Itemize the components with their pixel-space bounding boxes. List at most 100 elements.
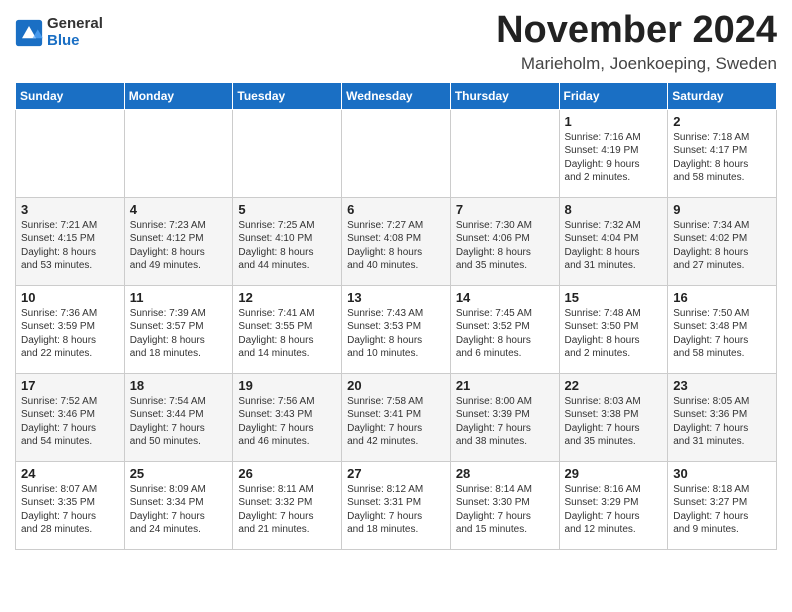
calendar-cell: 7 Sunrise: 7:30 AM Sunset: 4:06 PM Daylig… [450,197,559,285]
day-info: Sunrise: 8:00 AM Sunset: 3:39 PM Dayligh… [456,395,554,449]
day-info: Sunrise: 7:54 AM Sunset: 3:44 PM Dayligh… [130,395,228,449]
calendar-cell: 13 Sunrise: 7:43 AM Sunset: 3:53 PM Dayli… [342,285,451,373]
day-number: 7 [456,202,554,217]
day-number: 17 [21,378,119,393]
logo: General Blue [15,16,103,49]
title-block: November 2024 Marieholm, Joenkoeping, Sw… [496,10,777,74]
calendar-week-1: 1 Sunrise: 7:16 AM Sunset: 4:19 PM Daylig… [16,109,777,197]
header-row: SundayMondayTuesdayWednesdayThursdayFrid… [16,82,777,109]
calendar-cell: 2 Sunrise: 7:18 AM Sunset: 4:17 PM Daylig… [668,109,777,197]
day-number: 21 [456,378,554,393]
month-title: November 2024 [496,10,777,52]
day-number: 6 [347,202,445,217]
column-header-monday: Monday [124,82,233,109]
calendar-cell: 4 Sunrise: 7:23 AM Sunset: 4:12 PM Daylig… [124,197,233,285]
day-number: 11 [130,290,228,305]
calendar-cell: 6Sunrise: 7:27 AM Sunset: 4:08 PM Daylig… [342,197,451,285]
day-info: Sunrise: 7:30 AM Sunset: 4:06 PM Dayligh… [456,219,554,273]
day-number: 4 [130,202,228,217]
day-info: Sunrise: 8:11 AM Sunset: 3:32 PM Dayligh… [238,483,336,537]
day-info: Sunrise: 7:23 AM Sunset: 4:12 PM Dayligh… [130,219,228,273]
day-number: 2 [673,114,771,129]
calendar-cell: 5Sunrise: 7:25 AM Sunset: 4:10 PM Daylig… [233,197,342,285]
day-info: Sunrise: 7:39 AM Sunset: 3:57 PM Dayligh… [130,307,228,361]
day-info: Sunrise: 7:34 AM Sunset: 4:02 PM Dayligh… [673,219,771,273]
day-info: Sunrise: 8:03 AM Sunset: 3:38 PM Dayligh… [565,395,663,449]
calendar-cell: 26Sunrise: 8:11 AM Sunset: 3:32 PM Dayli… [233,461,342,549]
calendar-cell: 3 Sunrise: 7:21 AM Sunset: 4:15 PM Daylig… [16,197,125,285]
day-number: 1 [565,114,663,129]
calendar-cell [342,109,451,197]
day-info: Sunrise: 7:25 AM Sunset: 4:10 PM Dayligh… [238,219,336,273]
calendar-cell: 14 Sunrise: 7:45 AM Sunset: 3:52 PM Dayli… [450,285,559,373]
day-info: Sunrise: 7:58 AM Sunset: 3:41 PM Dayligh… [347,395,445,449]
day-number: 8 [565,202,663,217]
column-header-sunday: Sunday [16,82,125,109]
day-number: 30 [673,466,771,481]
day-info: Sunrise: 7:45 AM Sunset: 3:52 PM Dayligh… [456,307,554,361]
day-info: Sunrise: 7:52 AM Sunset: 3:46 PM Dayligh… [21,395,119,449]
calendar-cell: 21 Sunrise: 8:00 AM Sunset: 3:39 PM Dayli… [450,373,559,461]
calendar-cell: 12 Sunrise: 7:41 AM Sunset: 3:55 PM Dayli… [233,285,342,373]
day-number: 24 [21,466,119,481]
calendar-cell: 11 Sunrise: 7:39 AM Sunset: 3:57 PM Dayli… [124,285,233,373]
day-number: 12 [238,290,336,305]
calendar-week-3: 10 Sunrise: 7:36 AM Sunset: 3:59 PM Dayli… [16,285,777,373]
day-info: Sunrise: 7:41 AM Sunset: 3:55 PM Dayligh… [238,307,336,361]
calendar-cell: 19Sunrise: 7:56 AM Sunset: 3:43 PM Dayli… [233,373,342,461]
day-number: 15 [565,290,663,305]
calendar-cell: 23Sunrise: 8:05 AM Sunset: 3:36 PM Dayli… [668,373,777,461]
day-info: Sunrise: 8:09 AM Sunset: 3:34 PM Dayligh… [130,483,228,537]
day-info: Sunrise: 8:12 AM Sunset: 3:31 PM Dayligh… [347,483,445,537]
day-info: Sunrise: 7:18 AM Sunset: 4:17 PM Dayligh… [673,131,771,185]
calendar-cell: 18Sunrise: 7:54 AM Sunset: 3:44 PM Dayli… [124,373,233,461]
column-header-wednesday: Wednesday [342,82,451,109]
day-number: 28 [456,466,554,481]
day-info: Sunrise: 8:07 AM Sunset: 3:35 PM Dayligh… [21,483,119,537]
day-number: 25 [130,466,228,481]
day-info: Sunrise: 8:05 AM Sunset: 3:36 PM Dayligh… [673,395,771,449]
column-header-thursday: Thursday [450,82,559,109]
day-number: 20 [347,378,445,393]
logo-blue-text: Blue [47,33,103,50]
day-number: 13 [347,290,445,305]
calendar-cell: 15 Sunrise: 7:48 AM Sunset: 3:50 PM Dayli… [559,285,668,373]
day-info: Sunrise: 8:18 AM Sunset: 3:27 PM Dayligh… [673,483,771,537]
calendar-cell: 22 Sunrise: 8:03 AM Sunset: 3:38 PM Dayli… [559,373,668,461]
calendar-cell [124,109,233,197]
calendar-cell: 1 Sunrise: 7:16 AM Sunset: 4:19 PM Daylig… [559,109,668,197]
day-number: 3 [21,202,119,217]
calendar-cell: 8 Sunrise: 7:32 AM Sunset: 4:04 PM Daylig… [559,197,668,285]
day-number: 19 [238,378,336,393]
column-header-friday: Friday [559,82,668,109]
day-number: 10 [21,290,119,305]
calendar-cell [16,109,125,197]
column-header-saturday: Saturday [668,82,777,109]
calendar-cell: 17 Sunrise: 7:52 AM Sunset: 3:46 PM Dayli… [16,373,125,461]
day-info: Sunrise: 7:21 AM Sunset: 4:15 PM Dayligh… [21,219,119,273]
day-info: Sunrise: 7:16 AM Sunset: 4:19 PM Dayligh… [565,131,663,185]
calendar-body: 1 Sunrise: 7:16 AM Sunset: 4:19 PM Daylig… [16,109,777,549]
day-number: 22 [565,378,663,393]
calendar-cell: 27 Sunrise: 8:12 AM Sunset: 3:31 PM Dayli… [342,461,451,549]
day-info: Sunrise: 7:43 AM Sunset: 3:53 PM Dayligh… [347,307,445,361]
day-info: Sunrise: 8:16 AM Sunset: 3:29 PM Dayligh… [565,483,663,537]
calendar-week-4: 17 Sunrise: 7:52 AM Sunset: 3:46 PM Dayli… [16,373,777,461]
calendar-table: SundayMondayTuesdayWednesdayThursdayFrid… [15,82,777,550]
calendar-cell: 10 Sunrise: 7:36 AM Sunset: 3:59 PM Dayli… [16,285,125,373]
day-info: Sunrise: 7:32 AM Sunset: 4:04 PM Dayligh… [565,219,663,273]
day-number: 9 [673,202,771,217]
calendar-cell [450,109,559,197]
day-number: 14 [456,290,554,305]
calendar-cell: 25 Sunrise: 8:09 AM Sunset: 3:34 PM Dayli… [124,461,233,549]
day-info: Sunrise: 8:14 AM Sunset: 3:30 PM Dayligh… [456,483,554,537]
calendar-cell: 30 Sunrise: 8:18 AM Sunset: 3:27 PM Dayli… [668,461,777,549]
day-info: Sunrise: 7:36 AM Sunset: 3:59 PM Dayligh… [21,307,119,361]
day-number: 16 [673,290,771,305]
page-header: General Blue November 2024 Marieholm, Jo… [15,10,777,74]
calendar-cell: 29Sunrise: 8:16 AM Sunset: 3:29 PM Dayli… [559,461,668,549]
day-info: Sunrise: 7:48 AM Sunset: 3:50 PM Dayligh… [565,307,663,361]
calendar-week-2: 3 Sunrise: 7:21 AM Sunset: 4:15 PM Daylig… [16,197,777,285]
day-number: 27 [347,466,445,481]
logo-icon [15,19,43,47]
